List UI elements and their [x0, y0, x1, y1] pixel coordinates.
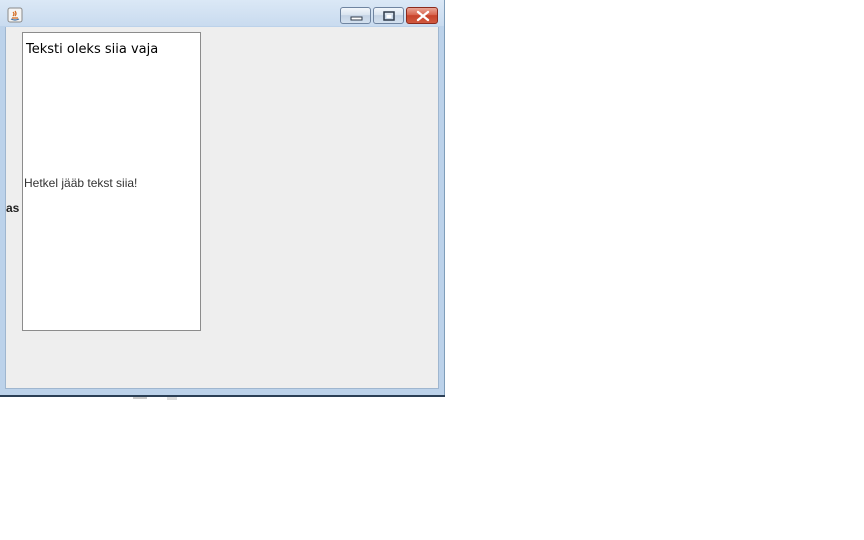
title-bar[interactable] [0, 0, 445, 27]
stray-mark [133, 397, 147, 399]
desktop: as Teksti oleks siia vaja Hetkel jääb te… [0, 0, 864, 540]
middle-label: Hetkel jääb tekst siia! [24, 176, 138, 190]
text-panel: Teksti oleks siia vaja Hetkel jääb tekst… [22, 32, 201, 331]
close-button[interactable] [406, 7, 438, 24]
window-bottom-edge [0, 395, 445, 397]
java-icon[interactable] [7, 7, 23, 23]
close-icon [416, 10, 430, 22]
maximize-icon [383, 11, 395, 21]
minimize-icon [350, 16, 363, 21]
app-window: as Teksti oleks siia vaja Hetkel jääb te… [0, 0, 445, 395]
minimize-button[interactable] [340, 7, 371, 24]
top-label: Teksti oleks siia vaja [26, 42, 159, 57]
maximize-button[interactable] [373, 7, 404, 24]
content-pane: as Teksti oleks siia vaja Hetkel jääb te… [5, 27, 439, 389]
clipped-label: as [6, 201, 20, 215]
stray-mark [167, 397, 177, 400]
